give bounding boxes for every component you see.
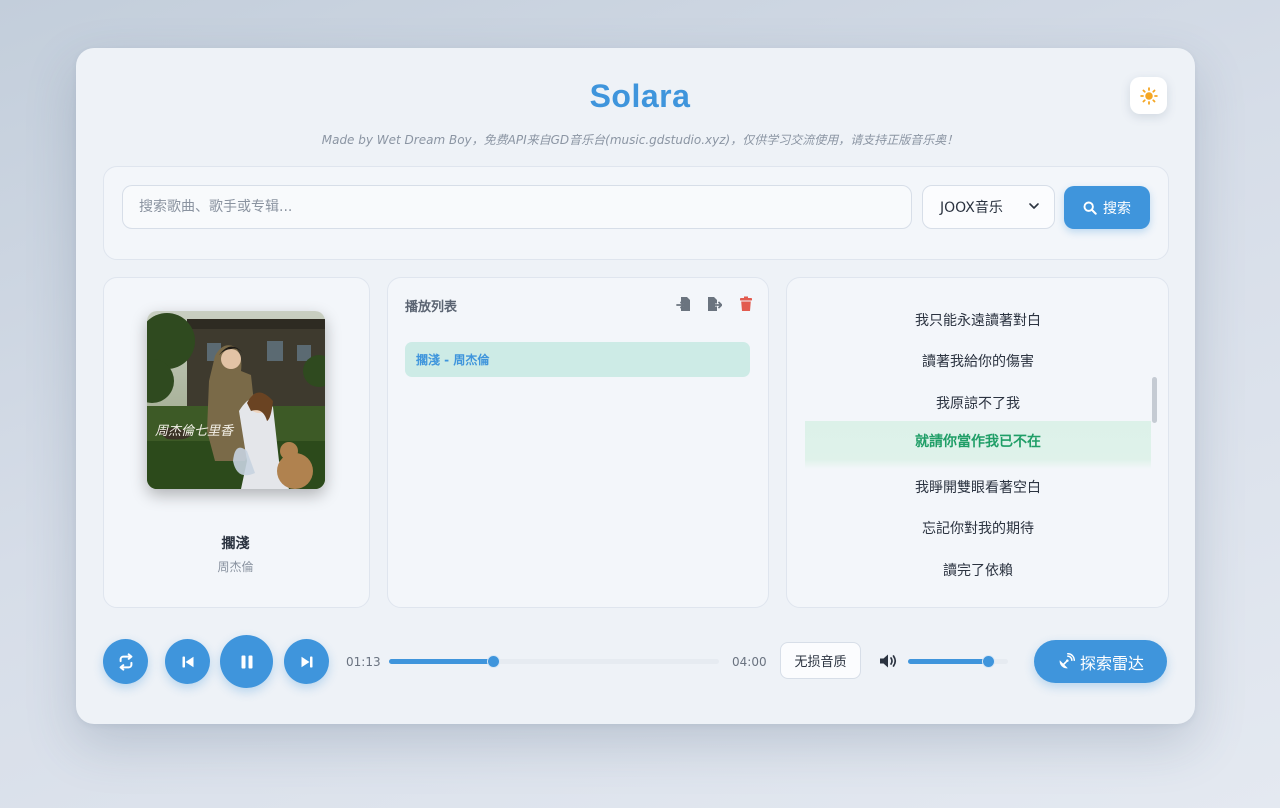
current-time: 01:13 [346, 655, 381, 669]
sun-icon [1139, 86, 1158, 105]
repeat-button[interactable] [103, 639, 148, 684]
satellite-dish-icon [1059, 652, 1075, 668]
lyric-line: 我睜開雙眼看著空白 [915, 480, 1041, 496]
pause-button[interactable] [220, 635, 273, 688]
lyric-line-active: 就請你當作我已不在 [805, 421, 1151, 469]
playlist-title: 播放列表 [405, 300, 458, 315]
cover-text: 周杰倫七里香 [155, 424, 235, 439]
playlist-item[interactable]: 擱淺 - 周杰倫 [405, 342, 750, 377]
app-subtitle: Made by Wet Dream Boy，免费API来自GD音乐台(music… [321, 133, 959, 147]
search-icon [1083, 201, 1097, 215]
export-playlist-icon[interactable] [706, 296, 722, 312]
previous-icon [182, 656, 193, 667]
trash-icon[interactable] [738, 296, 754, 312]
volume-icon[interactable] [879, 653, 899, 669]
theme-toggle-button[interactable] [1130, 77, 1167, 114]
song-title: 擱淺 [221, 536, 250, 552]
playlist-panel [387, 277, 769, 608]
lyrics-scrollbar[interactable] [1152, 377, 1157, 423]
source-select[interactable]: JOOX音乐 [922, 185, 1055, 229]
search-button-label: 搜索 [1103, 200, 1131, 217]
lyric-line: 讀完了依賴 [943, 563, 1013, 579]
explore-radar-label: 探索雷达 [1079, 653, 1144, 673]
next-icon [301, 656, 312, 667]
chevron-down-icon [1029, 203, 1039, 209]
search-button[interactable]: 搜索 [1064, 186, 1150, 229]
lyric-line: 我只能永遠讀著對白 [915, 313, 1041, 329]
lyric-line: 忘記你對我的期待 [922, 521, 1034, 537]
song-artist: 周杰倫 [217, 560, 254, 574]
explore-radar-button[interactable]: 探索雷达 [1034, 640, 1167, 683]
lyric-line: 我原諒不了我 [936, 396, 1020, 412]
import-playlist-icon[interactable] [676, 296, 692, 312]
previous-button[interactable] [165, 639, 210, 684]
app-title: Solara [589, 78, 691, 114]
volume-handle[interactable] [982, 655, 995, 668]
source-selected-label: JOOX音乐 [940, 200, 1003, 216]
progress-handle[interactable] [486, 655, 500, 668]
album-cover: 周杰倫七里香 [147, 311, 325, 489]
lyric-line: 讀著我給你的傷害 [922, 354, 1034, 370]
progress-bar[interactable] [389, 655, 719, 668]
total-time: 04:00 [732, 655, 767, 669]
quality-button[interactable]: 无损音质 [780, 642, 861, 679]
progress-fill [389, 659, 493, 664]
pause-icon [241, 655, 252, 668]
volume-fill [908, 659, 988, 664]
next-button[interactable] [284, 639, 329, 684]
volume-slider[interactable] [908, 655, 1008, 668]
repeat-icon [119, 652, 132, 671]
search-input[interactable] [122, 185, 912, 229]
